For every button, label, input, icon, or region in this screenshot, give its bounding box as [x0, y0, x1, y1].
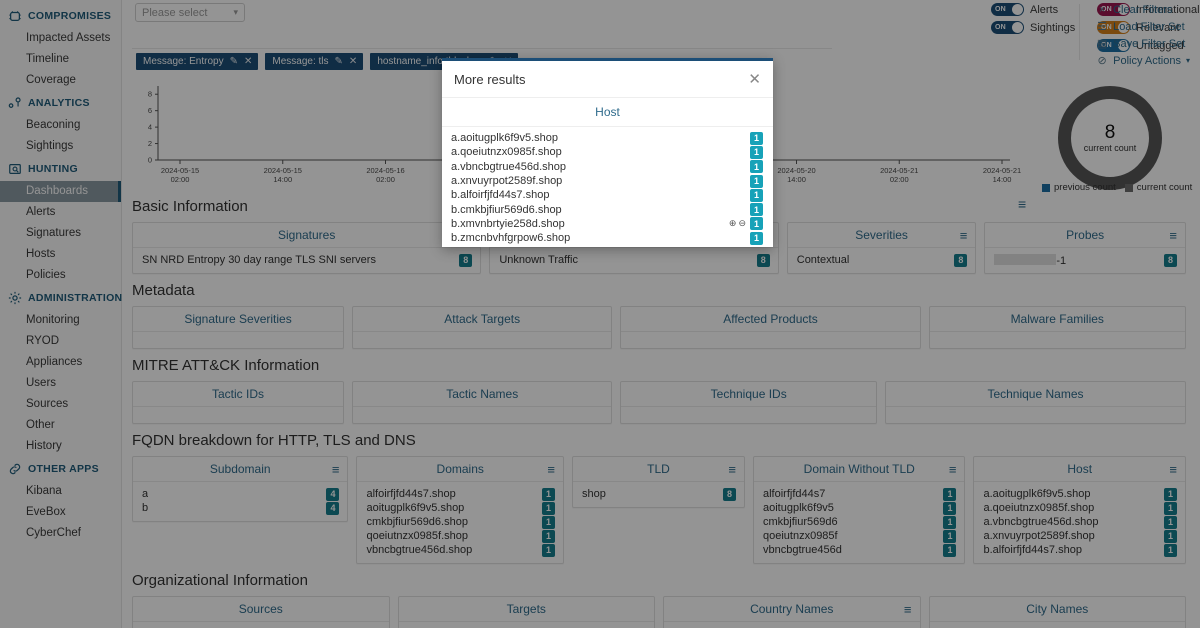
zoom-in-icon[interactable]: ⊕	[729, 218, 737, 229]
app-root: COMPROMISES Impacted Assets Timeline Covera…	[0, 0, 1200, 628]
modal-count-badge: 1	[750, 217, 763, 231]
close-icon[interactable]: ✕	[748, 72, 761, 87]
modal-host-label: a.qoeiutnzx0985f.shop	[451, 146, 562, 159]
modal-result-list: a.aoitugplk6f9v5.shop 1 a.qoeiutnzx0985f.s…	[442, 127, 773, 247]
modal-result-row[interactable]: b.xmvnbrtyie258d.shop ⊕ ⊖ 1	[442, 217, 773, 231]
modal-host-label: b.xmvnbrtyie258d.shop	[451, 217, 565, 230]
modal-header: More results ✕	[442, 61, 773, 98]
modal-title: More results	[454, 71, 526, 87]
modal-result-row[interactable]: a.vbncbgtrue456d.shop 1	[442, 160, 773, 174]
modal-count-badge: 1	[750, 203, 763, 217]
modal-host-label: b.zmcnbvhfgrpow6.shop	[451, 232, 571, 245]
modal-column-header[interactable]: Host	[442, 98, 773, 127]
modal-result-row[interactable]: b.cmkbjfiur569d6.shop 1	[442, 202, 773, 217]
row-zoom-controls[interactable]: ⊕ ⊖	[729, 218, 746, 229]
modal-count-badge: 1	[750, 160, 763, 174]
modal-host-label: a.aoitugplk6f9v5.shop	[451, 132, 559, 145]
modal-host-label: b.cmkbjfiur569d6.shop	[451, 203, 562, 216]
more-results-modal: More results ✕ Host a.aoitugplk6f9v5.sho…	[442, 58, 773, 247]
modal-result-row[interactable]: a.xnvuyrpot2589f.shop 1	[442, 174, 773, 188]
modal-result-row[interactable]: a.qoeiutnzx0985f.shop 1	[442, 145, 773, 159]
modal-host-label: a.xnvuyrpot2589f.shop	[451, 175, 563, 188]
zoom-out-icon[interactable]: ⊖	[738, 218, 746, 229]
modal-count-badge: 1	[750, 174, 763, 188]
modal-count-badge: 1	[750, 131, 763, 145]
modal-count-badge: 1	[750, 188, 763, 202]
modal-result-row[interactable]: b.zmcnbvhfgrpow6.shop 1	[442, 231, 773, 245]
modal-result-row[interactable]: b.alfoirfjfd44s7.shop 1	[442, 188, 773, 202]
modal-host-label: b.alfoirfjfd44s7.shop	[451, 189, 550, 202]
modal-count-badge: 1	[750, 231, 763, 245]
modal-host-label: a.vbncbgtrue456d.shop	[451, 160, 566, 173]
modal-result-row[interactable]: a.aoitugplk6f9v5.shop 1	[442, 131, 773, 145]
modal-count-badge: 1	[750, 145, 763, 159]
